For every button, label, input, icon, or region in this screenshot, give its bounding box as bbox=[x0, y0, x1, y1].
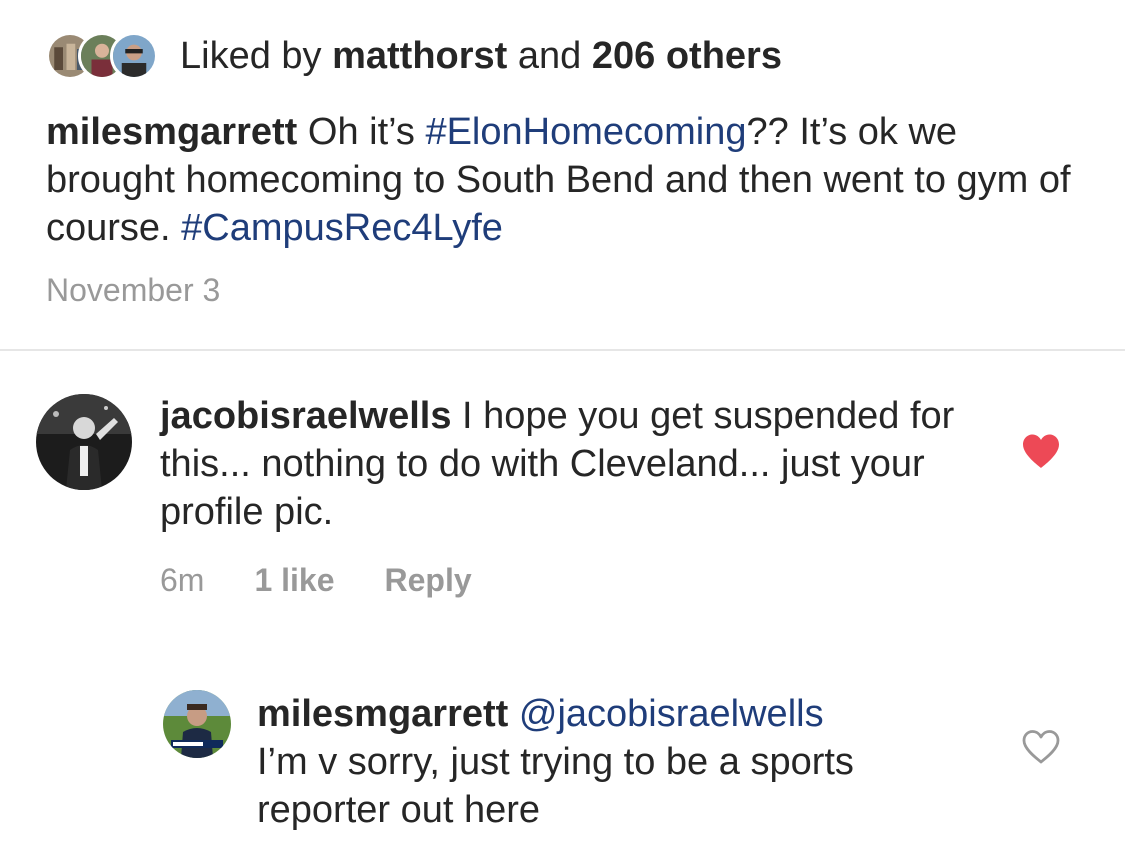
comment-username[interactable]: milesmgarrett bbox=[257, 693, 508, 735]
commenter-avatar[interactable] bbox=[36, 394, 132, 490]
heart-outline-icon[interactable] bbox=[1021, 729, 1061, 765]
commenter-avatar[interactable] bbox=[163, 690, 231, 758]
likes-summary[interactable]: Liked by matthorst and 206 others bbox=[46, 28, 782, 84]
hashtag-link[interactable]: #CampusRec4Lyfe bbox=[181, 207, 503, 249]
reply-button[interactable]: Reply bbox=[385, 562, 472, 599]
comment-text: I’m v sorry, just trying to be a sports … bbox=[257, 741, 854, 831]
liker-avatar bbox=[110, 32, 158, 80]
comment-likes[interactable]: 1 like bbox=[254, 562, 334, 599]
liker-username[interactable]: matthorst bbox=[332, 35, 507, 77]
comment-body: jacobisraelwells I hope you get suspende… bbox=[160, 392, 980, 536]
divider bbox=[0, 349, 1125, 351]
heart-filled-icon[interactable] bbox=[1021, 433, 1061, 469]
mention-link[interactable]: @jacobisraelwells bbox=[519, 693, 824, 735]
post-caption: milesmgarrett Oh it’s #ElonHomecoming?? … bbox=[46, 108, 1086, 252]
caption-text: Oh it’s bbox=[297, 111, 426, 153]
post-date: November 3 bbox=[46, 272, 221, 308]
hashtag-link[interactable]: #ElonHomecoming bbox=[425, 111, 746, 153]
comment-meta: 6m 1 like Reply bbox=[160, 562, 522, 599]
reply-body: milesmgarrett @jacobisraelwells I’m v sor… bbox=[257, 690, 997, 834]
likes-connector: and bbox=[517, 34, 582, 77]
caption-username[interactable]: milesmgarrett bbox=[46, 111, 297, 153]
likes-count[interactable]: 206 others bbox=[592, 35, 782, 77]
likes-text: Liked by matthorst and 206 others bbox=[180, 35, 782, 78]
comment-time: 6m bbox=[160, 562, 205, 598]
likes-prefix: Liked by bbox=[180, 34, 322, 77]
comment-username[interactable]: jacobisraelwells bbox=[160, 395, 452, 437]
liker-avatars bbox=[46, 32, 158, 80]
